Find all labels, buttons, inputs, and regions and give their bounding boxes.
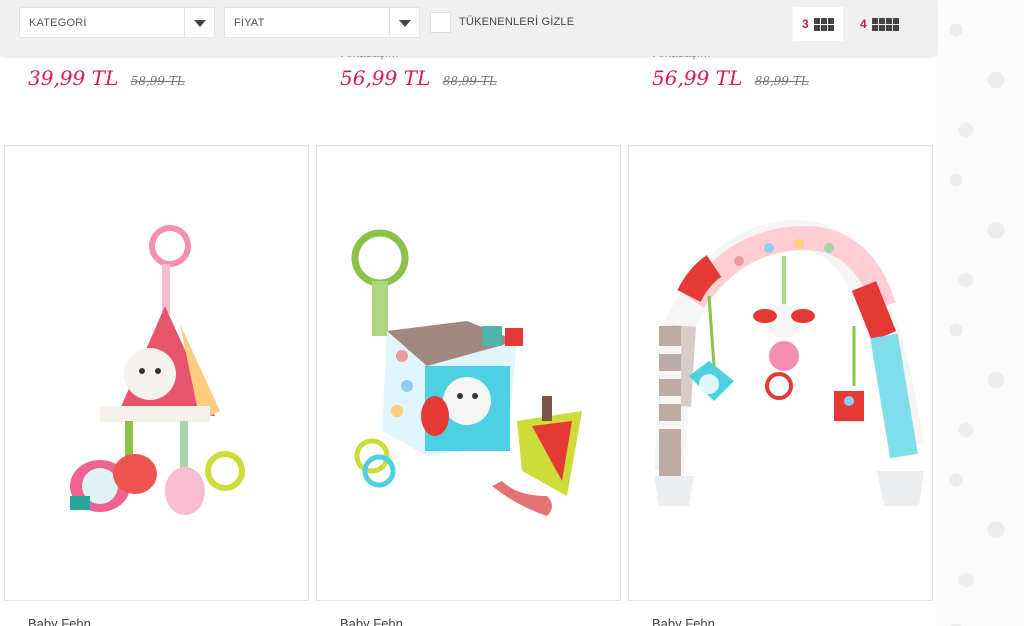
product-image-cube-toy[interactable] (317, 206, 620, 536)
grid-icon (813, 17, 834, 31)
price-block: 39,99 TL 58,99 TL (28, 66, 185, 96)
hide-out-of-stock-checkbox[interactable] (430, 12, 451, 33)
price-block: 56,99 TL 88,99 TL (652, 66, 809, 96)
category-select[interactable]: KATEGORİ (19, 7, 215, 38)
grid-icon (871, 17, 899, 31)
grid-4-columns-button[interactable]: 4 (851, 7, 908, 41)
product-brand[interactable]: Baby Fehn (652, 616, 715, 626)
product-brand[interactable]: Baby Fehn (28, 616, 91, 626)
chevron-down-icon (399, 20, 411, 27)
current-price: 39,99 TL (28, 66, 119, 90)
grid-3-label: 3 (802, 17, 809, 31)
grid-4-label: 4 (860, 17, 867, 31)
old-price: 88,99 TL (442, 74, 497, 88)
hide-out-of-stock-label[interactable]: TÜKENENLERİ GİZLE (459, 16, 574, 28)
product-card[interactable] (316, 145, 621, 601)
category-dropdown-button[interactable] (184, 8, 214, 37)
product-card[interactable] (4, 145, 309, 601)
grid-3-columns-button[interactable]: 3 (793, 7, 843, 41)
price-dropdown-button[interactable] (389, 8, 419, 37)
price-block: 56,99 TL 88,99 TL (340, 66, 497, 96)
product-image-pyramid-toy[interactable] (5, 206, 308, 536)
category-select-label: KATEGORİ (29, 17, 87, 29)
current-price: 56,99 TL (652, 66, 743, 90)
product-card[interactable] (628, 145, 933, 601)
decorative-background (936, 0, 1024, 626)
chevron-down-icon (194, 20, 206, 27)
product-brand[interactable]: Baby Fehn (340, 616, 403, 626)
product-image-play-arch[interactable] (629, 206, 932, 536)
old-price: 88,99 TL (754, 74, 809, 88)
price-select-label: FİYAT (234, 17, 265, 29)
current-price: 56,99 TL (340, 66, 431, 90)
filter-bar: KATEGORİ FİYAT TÜKENENLERİ GİZLE 3 4 (0, 0, 936, 56)
price-select[interactable]: FİYAT (224, 7, 420, 38)
old-price: 58,99 TL (130, 74, 185, 88)
